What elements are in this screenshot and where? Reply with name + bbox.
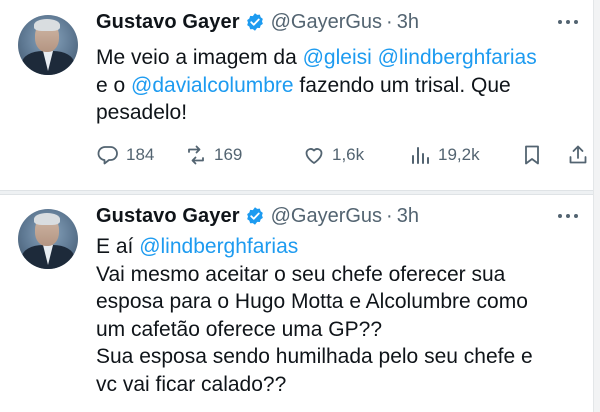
mention-link[interactable]: @lindberghfarias xyxy=(378,46,537,69)
more-icon[interactable] xyxy=(558,212,578,220)
views-button[interactable]: 19,2k xyxy=(408,141,480,169)
text-segment: Sua esposa sendo humilhada pelo seu chef… xyxy=(96,345,533,368)
text-segment: E aí xyxy=(96,235,140,258)
avatar[interactable] xyxy=(18,15,78,75)
like-icon xyxy=(305,148,323,164)
handle[interactable]: @GayerGus xyxy=(271,11,382,34)
mention-link[interactable]: @davialcolumbre xyxy=(131,74,294,97)
share-icon xyxy=(569,145,587,164)
reply-count: 184 xyxy=(126,145,155,164)
tweet-text: Me veio a imagem da @gleisi @lindberghfa… xyxy=(96,44,588,127)
text-segment: um cafetão oferece uma GP?? xyxy=(96,317,382,341)
views-count: 19,2k xyxy=(438,145,480,164)
verified-badge-icon xyxy=(246,13,263,31)
tweet-text: E aí @lindberghfarias Vai mesmo aceitar … xyxy=(96,233,588,398)
separator-dot: · xyxy=(386,10,393,33)
action-bar: 184 169 1,6k 19,2k xyxy=(96,141,592,169)
display-name[interactable]: Gustavo Gayer xyxy=(96,11,240,34)
retweet-count: 169 xyxy=(214,145,243,164)
retweet-button[interactable]: 169 xyxy=(184,141,242,169)
text-segment: Me veio a imagem da xyxy=(96,46,303,69)
more-icon[interactable] xyxy=(558,18,578,26)
mention-link[interactable]: @lindberghfarias xyxy=(139,235,298,258)
handle[interactable]: @GayerGus xyxy=(271,205,382,228)
share-button[interactable] xyxy=(566,141,596,169)
like-count: 1,6k xyxy=(332,145,365,164)
mention-link[interactable]: @gleisi xyxy=(303,46,372,69)
tweet[interactable]: Gustavo Gayer @GayerGus · 3h Me veio a i… xyxy=(0,0,600,190)
text-segment: e o xyxy=(96,73,132,97)
reply-icon xyxy=(97,146,118,165)
text-segment: fazendo um trisal. Que xyxy=(293,73,511,97)
text-segment: pesadelo! xyxy=(96,101,188,124)
retweet-icon xyxy=(188,145,204,165)
avatar[interactable] xyxy=(18,209,78,269)
tweet-header: Gustavo Gayer @GayerGus · 3h xyxy=(96,202,419,230)
tweet[interactable]: Gustavo Gayer @GayerGus · 3h E aí @lindb… xyxy=(0,195,600,412)
views-icon xyxy=(412,147,429,164)
text-segment: esposa para o Hugo Motta e Alcolumbre co… xyxy=(96,290,528,313)
bookmark-icon xyxy=(525,145,539,165)
verified-badge-icon xyxy=(246,207,263,225)
tweet-header: Gustavo Gayer @GayerGus · 3h xyxy=(96,8,419,36)
text-segment: Vai mesmo aceitar o seu chefe oferecer s… xyxy=(96,262,506,286)
separator-dot: · xyxy=(386,204,393,227)
timestamp[interactable]: 3h xyxy=(397,11,419,34)
reply-button[interactable]: 184 xyxy=(96,141,154,169)
scrollbar[interactable] xyxy=(593,0,600,412)
bookmark-button[interactable] xyxy=(520,141,550,169)
like-button[interactable]: 1,6k xyxy=(302,141,364,169)
text-segment: vc vai ficar calado?? xyxy=(96,372,287,396)
display-name[interactable]: Gustavo Gayer xyxy=(96,205,240,228)
timestamp[interactable]: 3h xyxy=(397,205,419,228)
